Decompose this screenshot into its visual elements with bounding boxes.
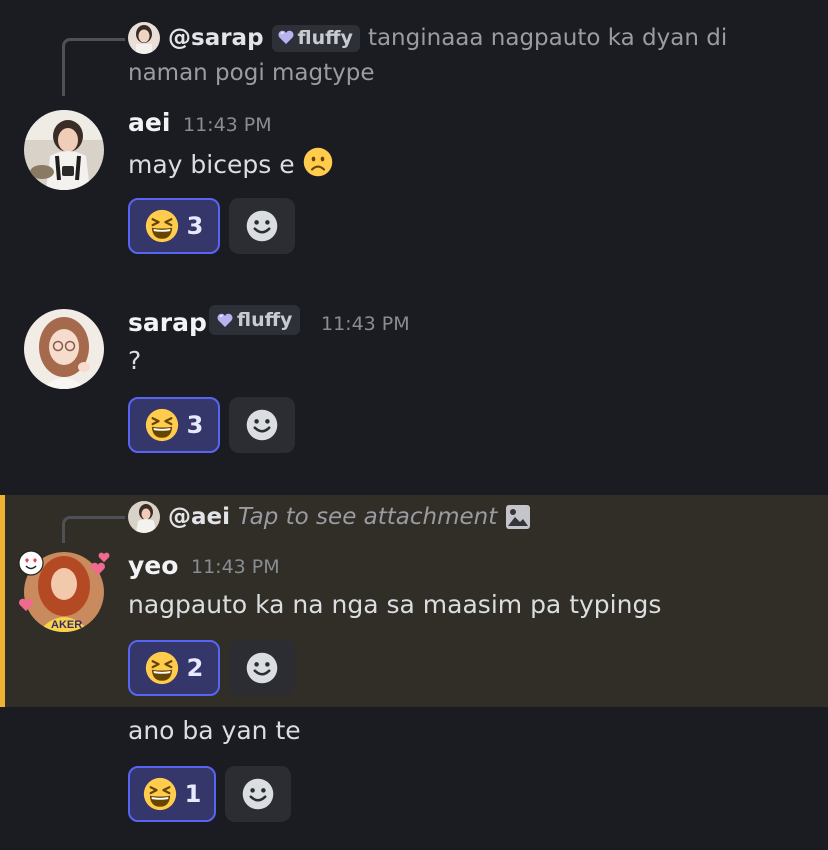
tag-label: fluffy	[237, 309, 293, 331]
author-name[interactable]: yeo	[128, 551, 178, 580]
laughing-emoji-icon	[143, 777, 177, 811]
timestamp: 11:43 PM	[183, 114, 272, 136]
reply-preview[interactable]: @sarap fluffy tanginaaa nagpauto ka dyan…	[128, 22, 727, 54]
reaction-count: 2	[186, 654, 204, 682]
user-tag[interactable]: fluffy	[271, 24, 360, 52]
reply-text: Tap to see attachment	[238, 504, 498, 530]
svg-text:AKER: AKER	[51, 619, 82, 631]
message-body: may biceps e	[128, 150, 295, 179]
avatar	[128, 501, 160, 533]
add-reaction-icon	[244, 208, 280, 244]
avatar-yeo[interactable]: AKER	[18, 548, 110, 636]
reaction-laughing[interactable]: 3	[128, 198, 220, 254]
reply-text-continued: naman pogi magtype	[128, 60, 375, 86]
heart-sticker-icon	[98, 552, 110, 563]
tag-label: fluffy	[297, 26, 353, 49]
timestamp: 11:43 PM	[321, 313, 410, 335]
message-text: may biceps e	[128, 147, 333, 179]
avatar-aei[interactable]	[24, 110, 104, 190]
heart-icon	[217, 313, 233, 328]
reaction-count: 3	[186, 212, 204, 240]
laughing-emoji-icon	[145, 209, 179, 243]
add-reaction-icon	[244, 650, 280, 686]
reply-connector	[62, 516, 125, 543]
add-reaction-icon	[244, 407, 280, 443]
reaction-laughing[interactable]: 3	[128, 397, 220, 453]
reaction-count: 1	[184, 780, 202, 808]
add-reaction-button[interactable]	[225, 766, 291, 822]
reply-connector	[62, 38, 125, 96]
reply-author[interactable]: @aei	[168, 504, 230, 530]
reaction-count: 3	[186, 411, 204, 439]
image-icon	[506, 505, 531, 529]
avatar	[128, 22, 160, 54]
add-reaction-button[interactable]	[229, 397, 295, 453]
heart-eyes-sticker-icon	[18, 550, 44, 576]
message-text: ano ba yan te	[128, 716, 301, 745]
heart-sticker-icon	[19, 598, 33, 612]
reply-text: tanginaaa nagpauto ka dyan di	[367, 25, 728, 51]
message-text: nagpauto ka na nga sa maasim pa typings	[128, 590, 662, 619]
add-reaction-button[interactable]	[229, 198, 295, 254]
reply-author[interactable]: @sarap	[168, 25, 264, 51]
heart-icon	[278, 30, 294, 45]
add-reaction-button[interactable]	[229, 640, 295, 696]
author-name[interactable]: sarap	[128, 308, 207, 337]
user-tag[interactable]: fluffy	[209, 305, 301, 335]
reaction-laughing[interactable]: 1	[128, 766, 216, 822]
avatar-sarap[interactable]	[24, 309, 104, 389]
author-name[interactable]: aei	[128, 108, 170, 137]
reaction-laughing[interactable]: 2	[128, 640, 220, 696]
laughing-emoji-icon	[145, 651, 179, 685]
heart-sticker-icon	[91, 562, 105, 576]
message-text: ?	[128, 346, 142, 375]
frowning-face-emoji	[303, 147, 332, 177]
laughing-emoji-icon	[145, 408, 179, 442]
reply-preview[interactable]: @aei Tap to see attachment	[128, 501, 531, 533]
timestamp: 11:43 PM	[191, 556, 280, 578]
add-reaction-icon	[240, 776, 276, 812]
